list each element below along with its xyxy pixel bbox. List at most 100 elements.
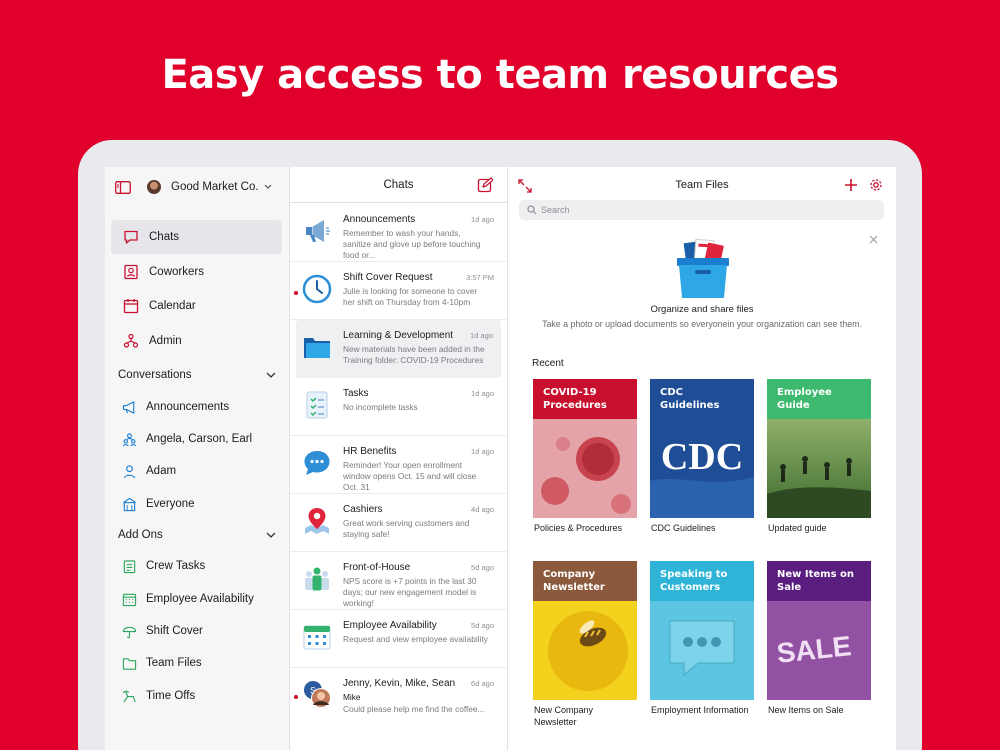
cdc-art-text: CDC [661,436,743,478]
nav-item-chats[interactable]: Chats [111,220,282,254]
chat-row-employee-availability[interactable]: Employee Availability 5d ago Request and… [290,610,508,668]
compose-icon[interactable] [477,177,493,193]
file-card-employee-guide[interactable]: Employee Guide Updated guide [767,379,871,535]
expand-icon[interactable] [518,179,532,193]
beach-chair-icon [122,690,136,702]
sidebar-toggle-icon[interactable] [115,180,131,194]
chat-time: 5d ago [471,621,494,630]
file-card-cdc[interactable]: CDC Guidelines CDC CDC Guidelines [650,379,754,535]
close-icon[interactable] [869,235,878,244]
file-card-newsletter[interactable]: Company Newsletter New Company Newslette… [533,561,637,728]
chat-row-front-of-house[interactable]: Front-of-House 5d ago NPS score is +7 po… [290,552,508,610]
file-thumbnail: Company Newsletter [533,561,637,700]
chat-row-hr-benefits[interactable]: HR Benefits 1d ago Reminder! Your open e… [290,436,508,494]
speech-bubble-image [650,601,754,700]
chat-time: 1d ago [471,389,494,398]
calendar-icon [303,625,331,650]
chat-title: Learning & Development [343,330,454,341]
map-pin-icon [305,508,329,534]
nav-item-admin[interactable]: Admin [111,324,282,358]
chat-row-announcements[interactable]: Announcements 1d ago Remember to wash yo… [290,204,508,262]
addon-team-files[interactable]: Team Files [122,654,202,672]
virus-image [533,419,637,518]
chat-time: 4d ago [471,505,494,514]
chat-sender: Mike [343,692,361,702]
recent-label: Recent [532,358,564,369]
conversations-section-header[interactable]: Conversations [118,366,277,384]
org-switcher[interactable]: Good Market Co. [171,181,273,193]
chat-time: 5d ago [471,563,494,572]
file-band-title: New Items on Sale [767,561,871,601]
folder-icon [122,657,137,670]
file-thumbnail: New Items on Sale SALE [767,561,871,700]
group-avatar-icon: S [304,681,331,708]
chat-title: HR Benefits [343,446,397,457]
addon-label: Time Offs [146,690,196,702]
file-card-speaking-to-customers[interactable]: Speaking to Customers Employment Informa… [650,561,754,717]
nav-item-coworkers[interactable]: Coworkers [111,255,282,289]
addon-time-offs[interactable]: Time Offs [122,687,195,705]
gear-icon[interactable] [869,178,883,192]
search-icon [527,205,537,215]
clock-icon [302,274,332,304]
chat-preview: No incomplete tasks [343,402,418,412]
chat-preview: NPS score is +7 points in the last 30 da… [343,576,477,608]
section-label: Add Ons [118,529,163,541]
chat-row-tasks[interactable]: Tasks 1d ago No incomplete tasks [290,378,508,436]
file-caption: New Items on Sale [768,705,844,715]
file-caption: Updated guide [768,523,827,533]
addons-section-header[interactable]: Add Ons [118,526,277,544]
addon-employee-availability[interactable]: Employee Availability [122,590,254,608]
empty-state-subtitle: Take a photo or upload documents so ever… [542,319,862,329]
chat-preview: Great work serving customers and staying… [343,518,470,539]
addon-shift-cover[interactable]: Shift Cover [122,622,203,640]
clipboard-icon [123,559,136,573]
addon-label: Employee Availability [146,593,254,605]
file-card-new-items-on-sale[interactable]: New Items on Sale SALE New Items on Sale [767,561,871,717]
add-icon[interactable] [844,178,858,192]
addon-label: Shift Cover [146,625,203,637]
conversation-label: Announcements [146,401,230,413]
sale-sign-image: SALE [767,601,871,700]
chat-preview: New materials have been added in the Tra… [343,344,485,365]
nav-item-label: Coworkers [149,265,204,278]
conversation-label: Everyone [146,498,195,510]
umbrella-icon [122,626,137,638]
chat-preview: Reminder! Your open enrollment window op… [343,460,477,492]
chat-title: Announcements [343,214,416,225]
calendar-icon [123,299,139,314]
addon-crew-tasks[interactable]: Crew Tasks [122,557,205,575]
conversation-angela-carson-earl[interactable]: Angela, Carson, Earl [122,430,252,448]
chat-row-shift-cover-request[interactable]: Shift Cover Request 3:57 PM Julie is loo… [290,262,508,320]
file-box-illustration [677,238,729,298]
app-screen: Good Market Co. Chats Coworkers Calendar… [105,167,896,750]
group-icon [122,432,137,446]
chat-title: Tasks [343,388,369,399]
chat-row-learning-development[interactable]: Learning & Development 1d ago New materi… [296,320,501,378]
file-band-title: Company Newsletter [533,561,637,601]
person-icon [123,464,136,478]
file-card-covid[interactable]: COVID-19 Procedures Policies & Procedure… [533,379,637,535]
conversation-label: Adam [146,465,177,477]
addon-label: Team Files [146,657,202,669]
chat-row-cashiers[interactable]: Cashiers 4d ago Great work serving custo… [290,494,508,552]
conversation-everyone[interactable]: Everyone [122,495,195,513]
jumping-people-image [767,419,871,518]
main-nav: Chats Coworkers Calendar Admin [111,220,282,358]
chevron-down-icon [266,532,276,538]
conversation-announcements[interactable]: Announcements [122,398,229,416]
org-name: Good Market Co. [171,181,259,193]
chat-title: Front-of-House [343,562,411,573]
search-input[interactable]: Search [519,200,884,220]
search-placeholder: Search [541,205,570,215]
checklist-icon [306,391,328,419]
chat-title: Shift Cover Request [343,272,433,283]
file-band-title: COVID-19 Procedures [533,379,637,419]
nav-item-calendar[interactable]: Calendar [111,289,282,323]
sidebar: Good Market Co. Chats Coworkers Calendar… [105,167,290,750]
building-icon [123,497,136,511]
org-avatar[interactable] [147,180,161,194]
chat-row-jenny-kevin-mike-sean[interactable]: S Jenny, Kevin, Mike, Sean 6d ago Mike C… [290,668,508,750]
conversation-adam[interactable]: Adam [122,462,176,480]
team-files-panel: Team Files Search Organize and share fil… [508,167,896,750]
